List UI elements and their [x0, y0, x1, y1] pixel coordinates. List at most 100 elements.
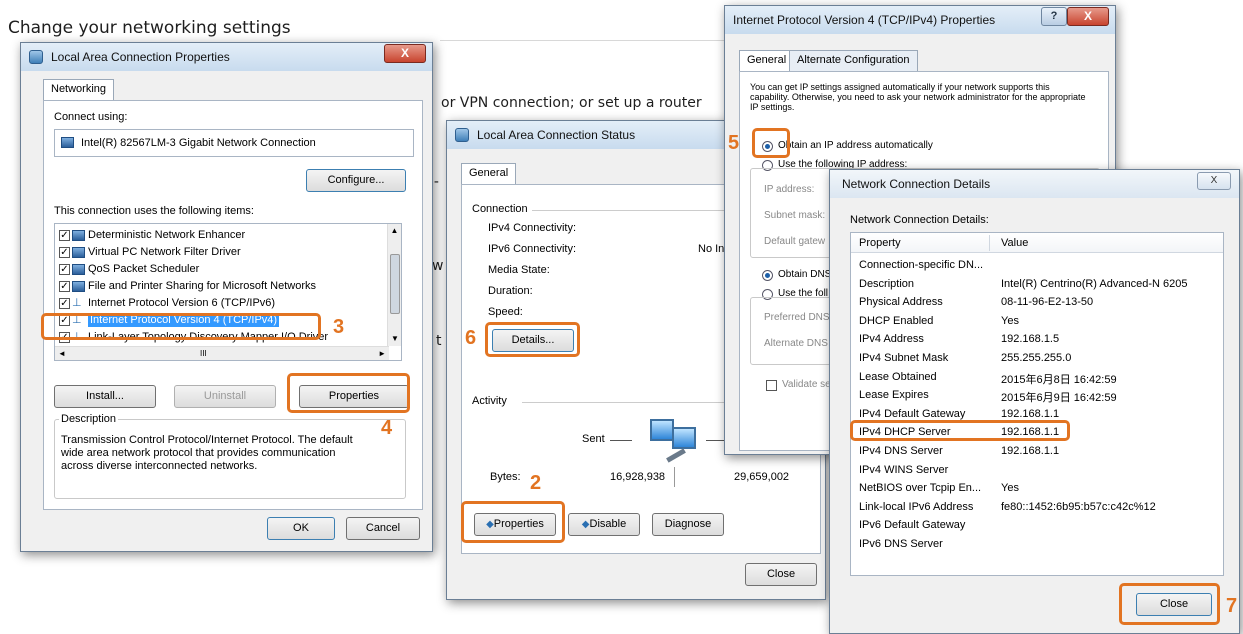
value-cell: 192.168.1.1 — [1001, 407, 1060, 420]
property-cell: Link-local IPv6 Address — [859, 500, 974, 513]
diagnose-button[interactable]: Diagnose — [652, 513, 724, 536]
details-table: Property Value Connection-specific DN...… — [850, 232, 1224, 576]
ipv4-intro-text: You can get IP settings assigned automat… — [750, 82, 1086, 112]
tab-alternate-configuration[interactable]: Alternate Configuration — [789, 50, 918, 71]
property-cell: IPv4 Address — [859, 333, 924, 346]
table-row[interactable]: Link-local IPv6 Address fe80::1452:6b95:b… — [851, 499, 1223, 516]
status-row-label: Media State: — [488, 264, 550, 276]
window-title: Network Connection Details — [842, 177, 991, 191]
table-row[interactable]: Description Intel(R) Centrino(R) Advanced… — [851, 276, 1223, 293]
status-row-value: No In — [698, 243, 725, 255]
column-header-property[interactable]: Property — [859, 237, 901, 249]
table-row[interactable]: IPv6 DNS Server — [851, 536, 1223, 553]
checkbox[interactable]: ✓ — [59, 229, 70, 241]
vertical-scrollbar[interactable]: ▲ ▼ — [387, 224, 401, 346]
window-title: Local Area Connection Properties — [51, 50, 230, 64]
column-header-value[interactable]: Value — [1001, 237, 1028, 249]
tab-general[interactable]: General — [461, 163, 517, 184]
item-label: Internet Protocol Version 6 (TCP/IPv6) — [88, 297, 276, 309]
tab-general[interactable]: General — [739, 50, 795, 71]
alternate-dns-label: Alternate DNS — [764, 338, 828, 349]
property-cell: IPv4 Default Gateway — [859, 407, 966, 420]
checkbox[interactable]: ✓ — [59, 297, 70, 309]
table-row[interactable]: Physical Address 08-11-96-E2-13-50 — [851, 294, 1223, 311]
default-gateway-label: Default gatew — [764, 236, 826, 247]
table-row[interactable]: NetBIOS over Tcpip En... Yes — [851, 480, 1223, 497]
status-close-button[interactable]: Close — [745, 563, 817, 586]
background-heading: Change your networking settings — [8, 18, 291, 38]
item-label: Virtual PC Network Filter Driver — [88, 246, 241, 258]
close-button[interactable]: X — [384, 44, 426, 63]
property-cell: IPv6 Default Gateway — [859, 519, 966, 532]
install-button[interactable]: Install... — [54, 385, 156, 408]
scroll-thumb[interactable] — [390, 254, 400, 314]
value-cell: 192.168.1.1 — [1001, 445, 1060, 457]
background-divider — [440, 40, 740, 41]
close-button[interactable]: X — [1197, 172, 1231, 190]
description-label: Description — [59, 413, 119, 425]
checkbox[interactable]: ✓ — [59, 263, 70, 275]
status-row-label: IPv6 Connectivity: — [488, 243, 577, 255]
checkbox[interactable]: ✓ — [59, 280, 70, 292]
cancel-button[interactable]: Cancel — [346, 517, 420, 540]
table-row[interactable]: IPv4 Subnet Mask 255.255.255.0 — [851, 350, 1223, 367]
value-cell: 2015年6月8日 16:42:59 — [1001, 373, 1117, 386]
disable-label: Disable — [589, 518, 627, 530]
network-computers-icon — [644, 413, 704, 473]
list-item[interactable]: ✓ Deterministic Network Enhancer — [59, 229, 245, 246]
table-row[interactable]: Lease Expires 2015年6月9日 16:42:59 — [851, 387, 1223, 404]
value-cell: fe80::1452:6b95:b57c:c42c%12 — [1001, 500, 1156, 513]
table-row[interactable]: IPv4 WINS Server — [851, 462, 1223, 479]
obtain-dns-label: Obtain DNS — [778, 269, 832, 280]
background-line: or VPN connection; or set up a router — [441, 95, 702, 111]
highlight-status-properties — [461, 501, 565, 543]
configure-button[interactable]: Configure... — [306, 169, 406, 192]
scroll-right-icon[interactable]: ► — [378, 347, 386, 360]
property-cell: IPv4 WINS Server — [859, 463, 949, 476]
ok-button[interactable]: OK — [267, 517, 335, 540]
highlight-obtain-ip — [752, 128, 790, 158]
scroll-up-icon[interactable]: ▲ — [388, 224, 401, 238]
background-fragment: w — [432, 258, 444, 274]
list-item[interactable]: ✓ ⊥ Internet Protocol Version 6 (TCP/IPv6) — [59, 297, 275, 314]
property-cell: IPv4 Subnet Mask — [859, 352, 949, 364]
column-separator — [989, 235, 990, 251]
status-row-label: Speed: — [488, 306, 523, 318]
list-item[interactable]: ✓ Virtual PC Network Filter Driver — [59, 246, 241, 263]
checkbox[interactable]: ✓ — [59, 246, 70, 258]
description-text: Transmission Control Protocol/Internet P… — [61, 434, 353, 472]
driver-icon — [72, 280, 85, 292]
background-fragment: t — [436, 333, 442, 349]
bytes-label: Bytes: — [490, 471, 521, 483]
table-row[interactable]: Connection-specific DN... — [851, 257, 1223, 274]
scroll-left-icon[interactable]: ◄ — [58, 347, 66, 360]
item-label: File and Printer Sharing for Microsoft N… — [88, 280, 317, 292]
list-item[interactable]: ✓ File and Printer Sharing for Microsoft … — [59, 280, 316, 297]
obtain-dns-radio[interactable] — [762, 270, 773, 281]
help-button[interactable]: ? — [1041, 7, 1067, 26]
table-row[interactable]: Lease Obtained 2015年6月8日 16:42:59 — [851, 369, 1223, 386]
tab-networking[interactable]: Networking — [43, 79, 115, 100]
step-number: 4 — [381, 417, 393, 439]
table-row[interactable]: IPv6 Default Gateway — [851, 517, 1223, 534]
list-item[interactable]: ✓ QoS Packet Scheduler — [59, 263, 199, 280]
disable-button[interactable]: ◆Disable — [568, 513, 640, 536]
table-row[interactable]: DHCP Enabled Yes — [851, 313, 1223, 330]
table-header: Property Value — [851, 233, 1223, 253]
validate-checkbox[interactable] — [766, 380, 777, 391]
network-icon — [455, 128, 469, 142]
value-cell: 08-11-96-E2-13-50 — [1001, 296, 1094, 309]
table-row[interactable]: IPv4 DNS Server 192.168.1.1 — [851, 443, 1223, 460]
uninstall-button: Uninstall — [174, 385, 276, 408]
horizontal-scrollbar[interactable]: ◄ III ► — [55, 346, 389, 360]
item-label: QoS Packet Scheduler — [88, 263, 200, 275]
description-group: Description Transmission Control Protoco… — [54, 413, 406, 499]
close-button[interactable]: X — [1067, 7, 1109, 26]
adapter-icon — [61, 137, 74, 148]
highlight-close-button — [1119, 583, 1220, 625]
table-row[interactable]: IPv4 Address 192.168.1.5 — [851, 331, 1223, 348]
scroll-down-icon[interactable]: ▼ — [388, 332, 401, 346]
scroll-grip[interactable]: III — [200, 347, 207, 360]
step-number: 5 — [728, 132, 740, 154]
property-cell: Connection-specific DN... — [859, 259, 984, 271]
